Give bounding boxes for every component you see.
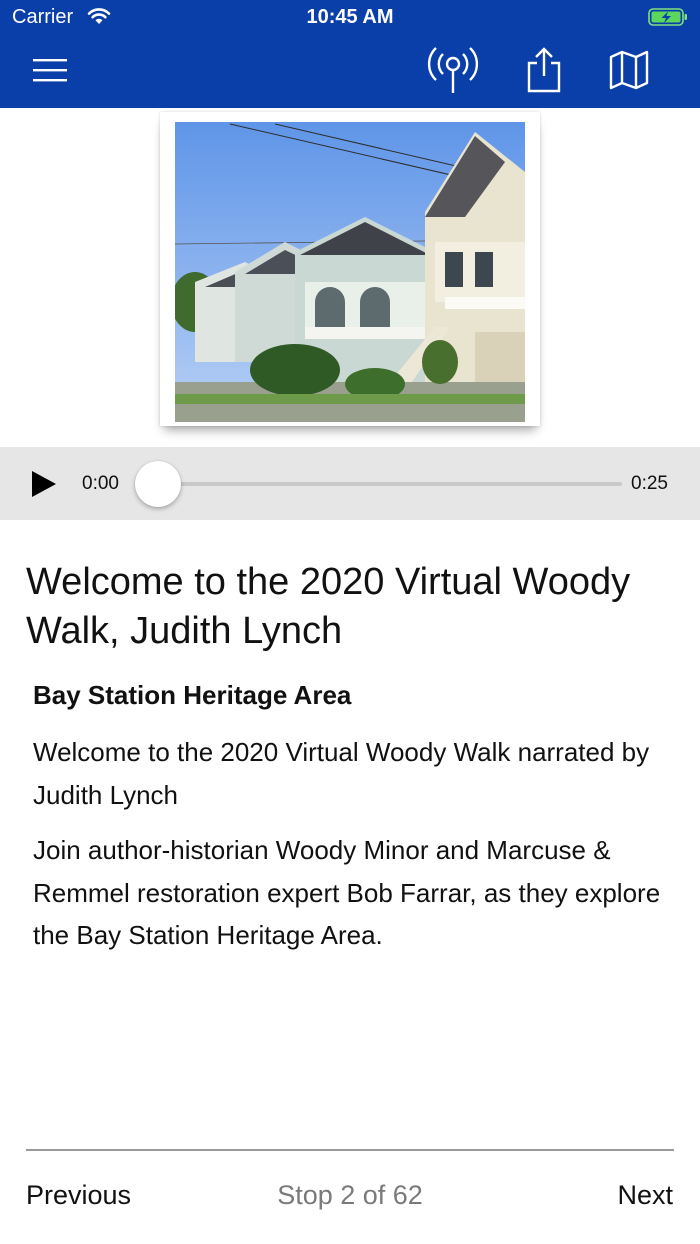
audio-player: 0:00 0:25 bbox=[0, 447, 700, 520]
duration-time: 0:25 bbox=[631, 473, 668, 494]
broadcast-location-icon bbox=[427, 47, 479, 93]
stop-title: Welcome to the 2020 Virtual Woody Walk, … bbox=[26, 561, 631, 652]
share-button[interactable] bbox=[520, 42, 568, 98]
broadcast-button[interactable] bbox=[422, 42, 484, 98]
next-button[interactable]: Next bbox=[617, 1180, 673, 1211]
play-button[interactable] bbox=[30, 469, 58, 499]
clock: 10:45 AM bbox=[306, 6, 394, 28]
footer-divider bbox=[26, 1149, 674, 1151]
battery-charging-icon bbox=[648, 8, 687, 26]
progress-slider-knob[interactable] bbox=[135, 461, 181, 507]
stop-counter: Stop 2 of 62 bbox=[277, 1180, 423, 1210]
share-icon bbox=[527, 47, 561, 93]
description-paragraph: Join author-historian Woody Minor and Ma… bbox=[33, 835, 661, 950]
map-button[interactable] bbox=[604, 42, 654, 98]
menu-button[interactable] bbox=[26, 42, 74, 98]
stop-photo bbox=[175, 122, 525, 422]
description-paragraph: Welcome to the 2020 Virtual Woody Walk n… bbox=[33, 737, 650, 810]
stop-photo-frame bbox=[160, 112, 540, 426]
status-bar: Carrier 10:45 AM bbox=[0, 0, 700, 36]
current-time: 0:00 bbox=[82, 473, 119, 494]
hamburger-menu-icon bbox=[33, 59, 67, 82]
map-icon bbox=[609, 50, 649, 90]
navigation-bar: Carrier 10:45 AM bbox=[0, 0, 700, 108]
progress-track[interactable] bbox=[158, 482, 622, 486]
stop-subtitle: Bay Station Heritage Area bbox=[33, 680, 352, 710]
